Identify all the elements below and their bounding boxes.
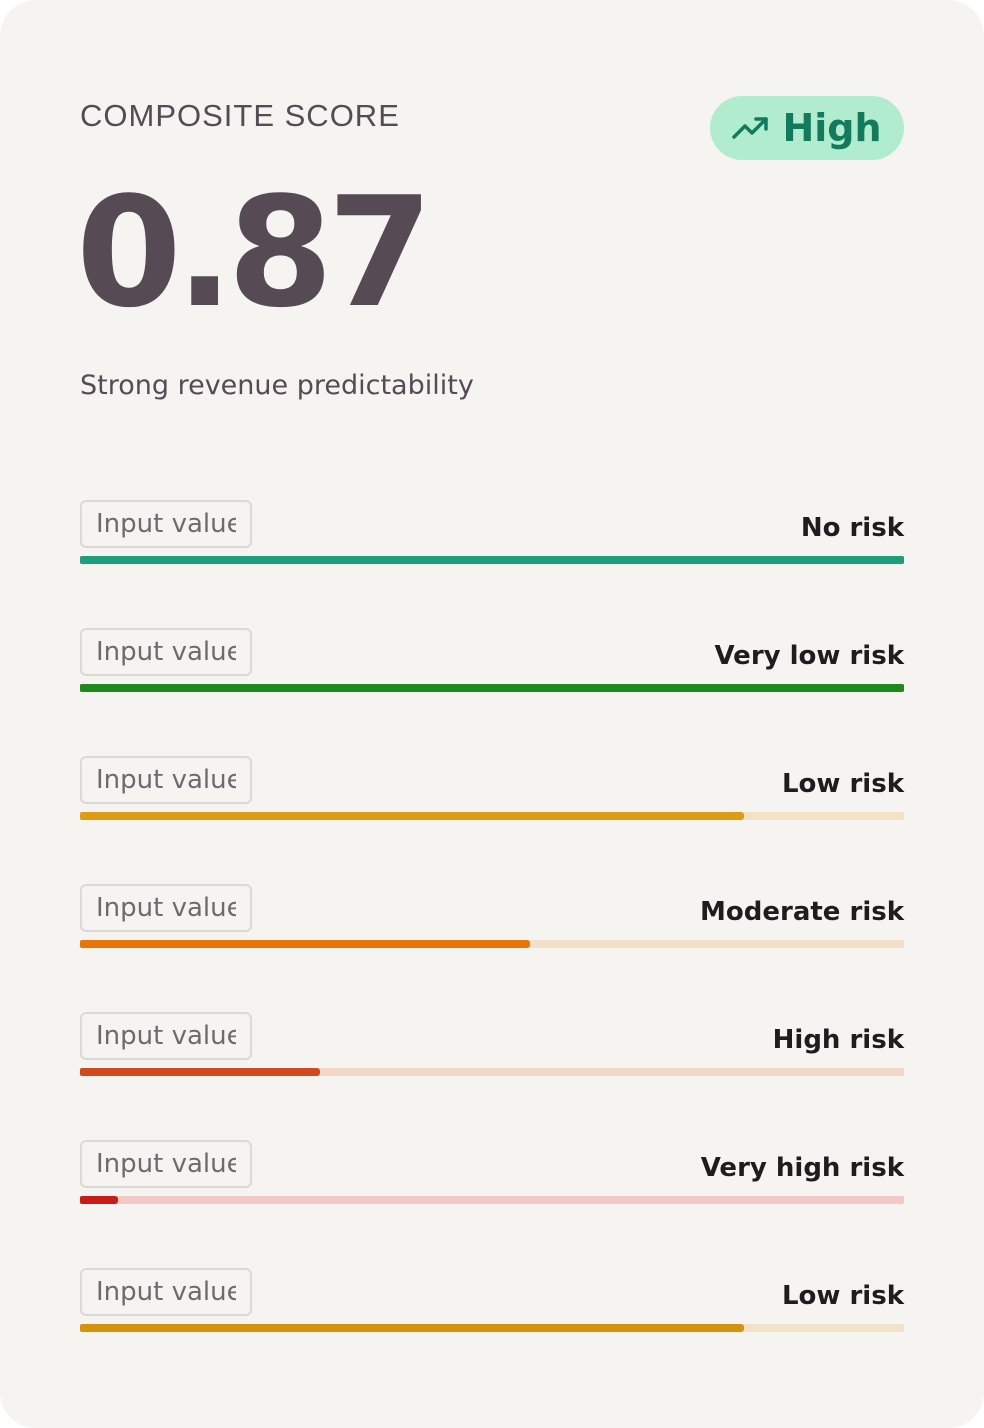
score-value: 0.87: [76, 164, 433, 341]
risk-bar-fill: [80, 1068, 320, 1076]
status-badge: High: [710, 96, 904, 160]
risk-level-label: Very high risk: [700, 1153, 904, 1183]
risk-bar-fill: [80, 940, 530, 948]
risk-bar-track: [80, 812, 904, 820]
risk-level-label: Low risk: [781, 1281, 904, 1311]
value-input[interactable]: [80, 628, 252, 676]
risk-bar-track: [80, 556, 904, 564]
value-input[interactable]: [80, 756, 252, 804]
value-input[interactable]: [80, 1012, 252, 1060]
risk-row: Very high risk: [80, 1140, 904, 1268]
risk-level-label: Moderate risk: [700, 897, 904, 927]
risk-row: Moderate risk: [80, 884, 904, 1012]
risk-level-label: Low risk: [781, 769, 904, 799]
risk-bar-track: [80, 1324, 904, 1332]
risk-bar-fill: [80, 556, 904, 564]
value-input[interactable]: [80, 1140, 252, 1188]
risk-bar-fill: [80, 684, 904, 692]
risk-bar-fill: [80, 1324, 745, 1332]
risk-row: Very low risk: [80, 628, 904, 756]
risk-bar-track: [80, 940, 904, 948]
risk-bar-track: [80, 1196, 904, 1204]
risk-bar-fill: [80, 812, 745, 820]
card-label: COMPOSITE SCORE: [80, 98, 400, 133]
risk-level-label: No risk: [800, 513, 904, 543]
risk-bar-track: [80, 1068, 904, 1076]
risk-row: No risk: [80, 500, 904, 628]
value-input[interactable]: [80, 884, 252, 932]
value-input[interactable]: [80, 500, 252, 548]
composite-score-card: COMPOSITE SCORE High 0.87 Strong revenue…: [0, 0, 984, 1428]
risk-bar-fill: [80, 1196, 118, 1204]
value-input[interactable]: [80, 1268, 252, 1316]
risk-level-label: Very low risk: [714, 641, 904, 671]
score-description: Strong revenue predictability: [80, 370, 474, 401]
risk-level-label: High risk: [772, 1025, 904, 1055]
risk-bar-track: [80, 684, 904, 692]
risk-list: No risk Very low risk Low risk Moderate ris…: [80, 500, 904, 1396]
risk-row: High risk: [80, 1012, 904, 1140]
status-badge-label: High: [782, 106, 882, 150]
risk-row: Low risk: [80, 1268, 904, 1396]
risk-row: Low risk: [80, 756, 904, 884]
trending-up-icon: [732, 115, 770, 141]
